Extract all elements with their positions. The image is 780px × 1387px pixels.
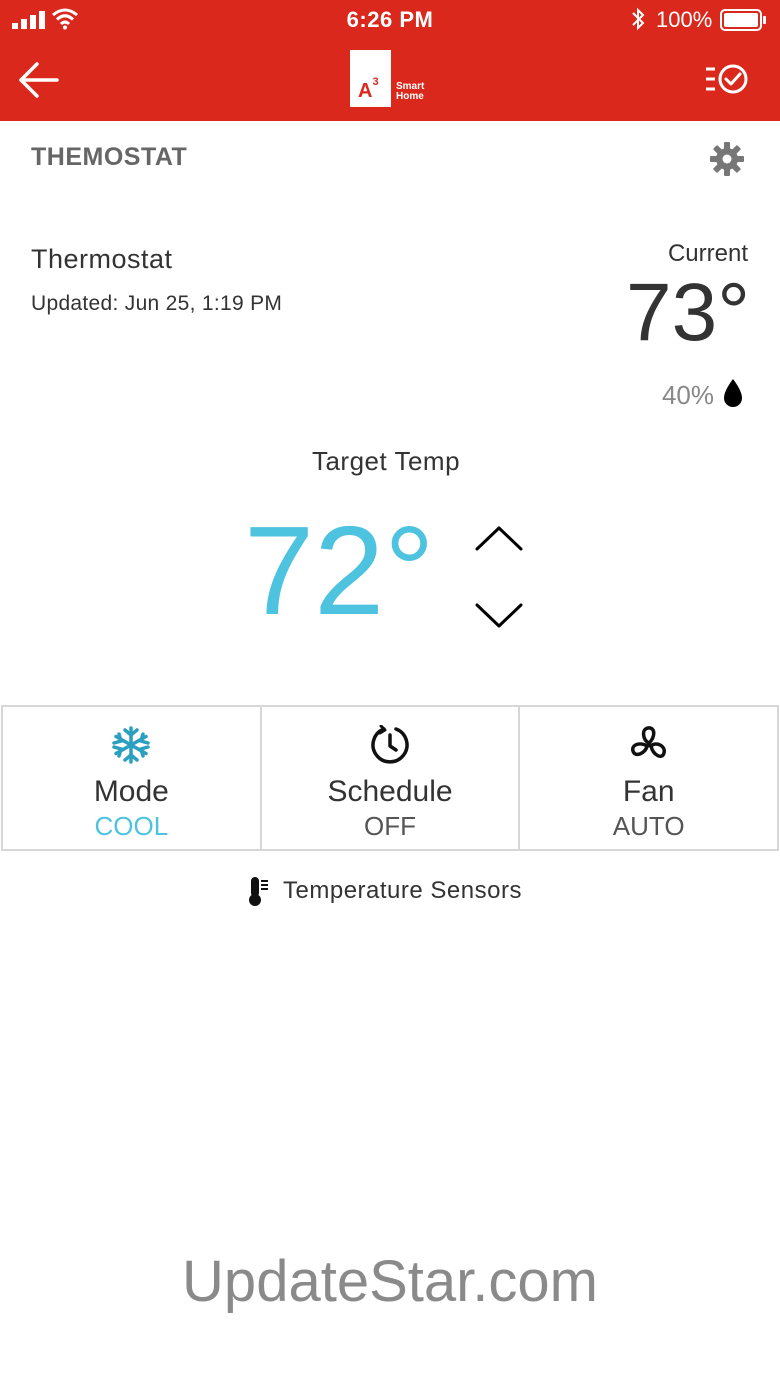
humidity-value: 40% xyxy=(661,380,714,410)
a3-smart-home-logo: A3 Smart Home xyxy=(350,50,432,108)
schedule-button[interactable]: Schedule OFF xyxy=(262,707,521,849)
fan-icon xyxy=(630,726,666,758)
controls-grid: Mode COOL Schedule OFF Fan AUTO xyxy=(1,705,779,851)
app-header: 6:26 PM 100% A3 Smart Home xyxy=(0,0,780,121)
task-list-check-icon[interactable] xyxy=(704,62,750,98)
battery-icon xyxy=(720,9,766,31)
schedule-value: OFF xyxy=(364,811,416,841)
temperature-sensors-link[interactable]: Temperature Sensors xyxy=(246,873,522,909)
schedule-label: Schedule xyxy=(327,775,453,808)
updated-timestamp: Updated: Jun 25, 1:19 PM xyxy=(31,292,283,315)
watermark: UpdateStar.com xyxy=(182,1249,598,1314)
bluetooth-icon xyxy=(632,7,645,31)
schedule-clock-icon xyxy=(371,725,409,764)
increase-temp-chevron-up-icon[interactable] xyxy=(474,522,524,554)
temperature-sensors-label: Temperature Sensors xyxy=(283,877,522,904)
thermometer-icon xyxy=(249,877,268,906)
battery-percent: 100% xyxy=(656,7,713,32)
mode-button[interactable]: Mode COOL xyxy=(3,707,262,849)
fan-label: Fan xyxy=(622,775,675,808)
snowflake-icon xyxy=(112,726,151,764)
section-title: THEMOSTAT xyxy=(31,143,188,171)
fan-value: AUTO xyxy=(612,811,685,841)
current-label: Current xyxy=(667,240,748,267)
current-temperature: 73° xyxy=(625,267,750,358)
fan-button[interactable]: Fan AUTO xyxy=(520,707,777,849)
status-bar: 6:26 PM 100% xyxy=(0,0,780,40)
mode-value: COOL xyxy=(94,811,169,841)
device-name: Thermostat xyxy=(31,244,173,274)
target-temp-label: Target Temp xyxy=(311,446,461,476)
decrease-temp-chevron-down-icon[interactable] xyxy=(474,600,524,632)
logo-a3-text: A3 xyxy=(358,76,379,102)
mode-label: Mode xyxy=(93,775,169,808)
settings-gear-icon[interactable] xyxy=(709,141,745,177)
target-temperature: 72° xyxy=(244,500,435,641)
logo-smart-home-text: Smart Home xyxy=(396,81,425,102)
back-arrow-icon[interactable] xyxy=(17,61,59,99)
water-drop-icon xyxy=(724,379,742,407)
